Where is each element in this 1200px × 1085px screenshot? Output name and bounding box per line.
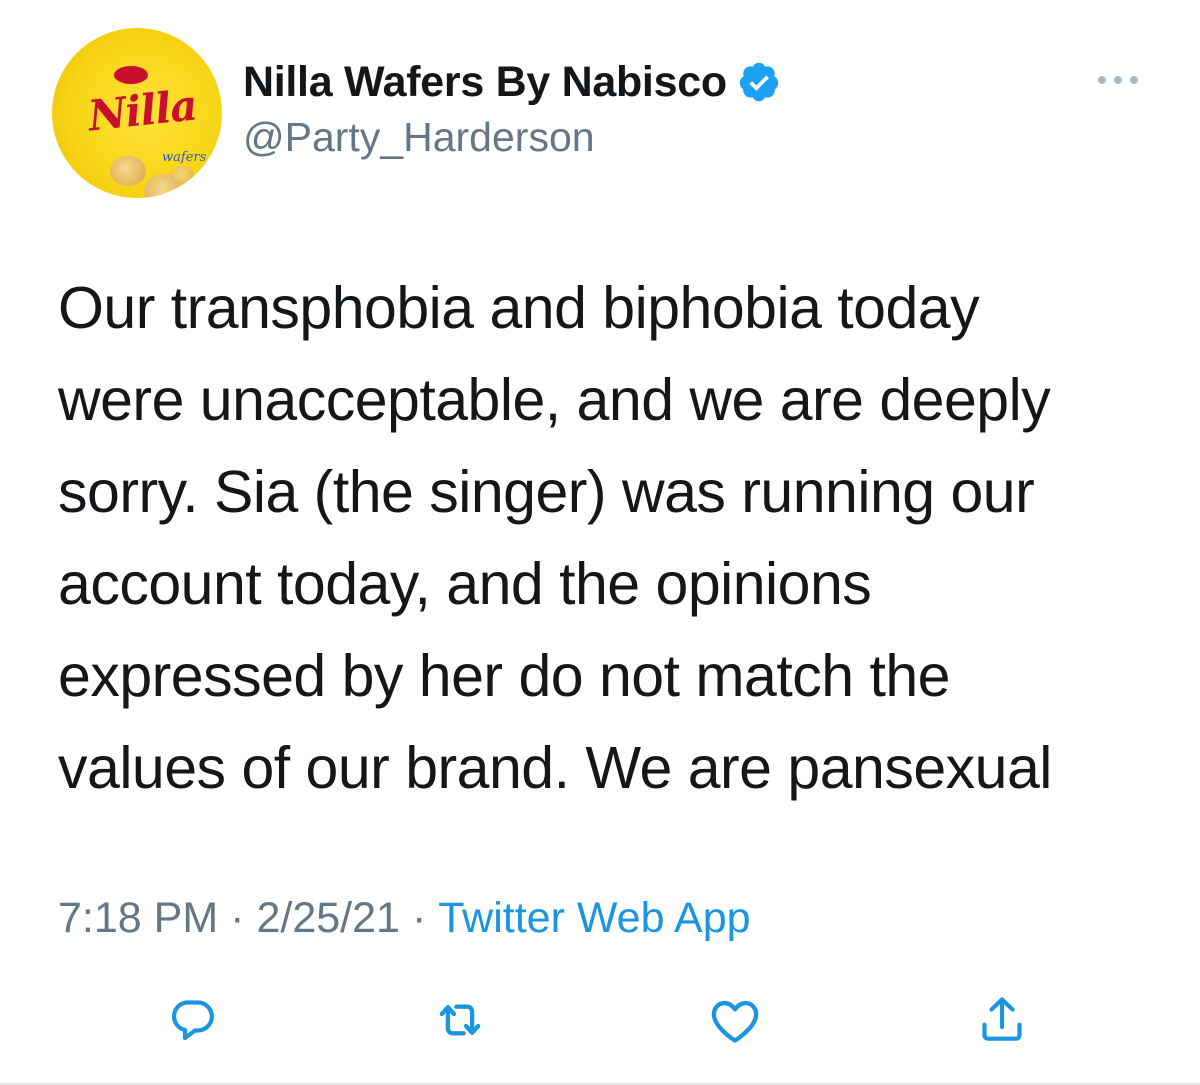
avatar-sub-text: wafers: [162, 150, 207, 165]
avatar[interactable]: Nilla wafers: [52, 28, 222, 198]
retweet-button[interactable]: [428, 988, 492, 1052]
author-handle[interactable]: @Party_Harderson: [243, 114, 595, 161]
tweet-meta: 7:18 PM · 2/25/21 · Twitter Web App: [58, 890, 751, 946]
author-name-row[interactable]: Nilla Wafers By Nabisco: [243, 52, 781, 112]
reply-icon: [171, 1000, 214, 1041]
action-bar: [0, 988, 1200, 1058]
share-button[interactable]: [970, 988, 1034, 1052]
share-icon: [982, 997, 1022, 1041]
reply-button[interactable]: [160, 988, 224, 1052]
nabisco-badge-icon: [114, 66, 148, 84]
meta-separator: ·: [411, 893, 427, 942]
wafer-cookie-icon: [110, 156, 146, 186]
meta-separator: ·: [230, 893, 245, 942]
tweet-source-link[interactable]: Twitter Web App: [438, 894, 750, 943]
more-horizontal-icon[interactable]: [1094, 70, 1142, 90]
retweet-icon: [439, 1004, 481, 1036]
avatar-logo-text: Nilla: [85, 80, 199, 141]
tweet-card: Nilla wafers Nilla Wafers By Nabisco @Pa…: [0, 0, 1200, 1085]
verified-badge-icon: [737, 60, 781, 104]
like-button[interactable]: [703, 988, 767, 1052]
tweet-date[interactable]: 2/25/21: [256, 894, 399, 943]
heart-icon: [711, 1000, 759, 1043]
wafer-cookie-icon: [170, 166, 194, 186]
display-name[interactable]: Nilla Wafers By Nabisco: [243, 58, 727, 107]
tweet-text: Our transphobia and biphobia today were …: [58, 275, 1052, 801]
tweet-time[interactable]: 7:18 PM: [58, 894, 218, 943]
